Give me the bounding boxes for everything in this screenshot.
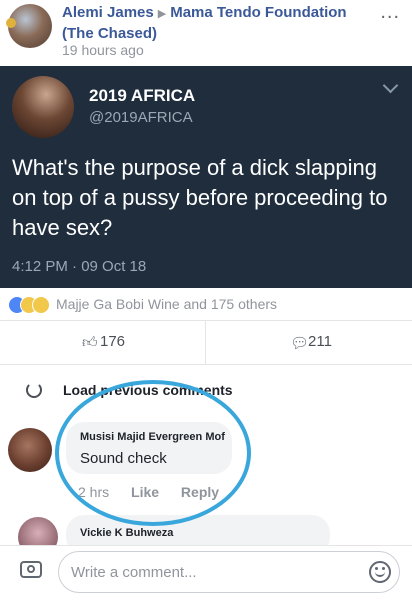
reactions-text: Majje Ga Bobi Wine and 175 others bbox=[56, 296, 278, 312]
comment-count: 211 bbox=[308, 333, 332, 350]
like-count: 176 bbox=[100, 333, 126, 350]
refresh-icon bbox=[26, 382, 42, 398]
reactions-summary[interactable]: Majje Ga Bobi Wine and 175 others bbox=[0, 288, 412, 321]
tweet-text: What's the purpose of a dick slapping on… bbox=[12, 155, 388, 240]
comment-input[interactable]: Write a comment... bbox=[58, 551, 400, 593]
commenter-avatar[interactable] bbox=[8, 428, 52, 472]
tweet-screenshot: 2019 AFRICA @2019AFRICA What's the purpo… bbox=[0, 66, 412, 288]
author-name[interactable]: Alemi James bbox=[62, 4, 154, 21]
emoji-icon[interactable] bbox=[369, 561, 391, 583]
speech-bubble-icon: 💬︎ bbox=[290, 335, 310, 352]
arrow-right-icon: ▶ bbox=[157, 8, 167, 20]
tweet-author-name: 2019 AFRICA bbox=[89, 86, 196, 105]
actions-bar: 👍︎ 176 💬︎ 211 bbox=[0, 320, 412, 365]
camera-icon[interactable] bbox=[20, 561, 42, 578]
comment-button[interactable]: 💬︎ 211 bbox=[206, 320, 411, 364]
comment-bubble: Vickie K Buhweza bbox=[66, 515, 330, 545]
post-timestamp[interactable]: 19 hours ago bbox=[62, 42, 144, 58]
notification-dot bbox=[6, 18, 16, 28]
thumbs-up-icon: 👍︎ bbox=[82, 334, 98, 351]
comment-item: Vickie K Buhweza bbox=[0, 515, 412, 545]
post-header: Alemi James ▶ Mama Tendo Foundation (The C… bbox=[0, 0, 412, 66]
hand-drawn-circle-annotation bbox=[55, 380, 251, 526]
post-author-line: Alemi James ▶ Mama Tendo Foundation (The C… bbox=[62, 3, 374, 44]
more-options-icon[interactable]: ... bbox=[380, 1, 400, 24]
wow-icon bbox=[32, 296, 50, 314]
tweet-handle: @2019AFRICA bbox=[89, 109, 193, 126]
author-avatar[interactable] bbox=[6, 4, 52, 48]
tweet-time: 4:12 PM · 09 Oct 18 bbox=[12, 258, 147, 275]
comment-composer: Write a comment... bbox=[0, 545, 412, 601]
commenter-name[interactable]: Vickie K Buhweza bbox=[80, 527, 173, 539]
chevron-down-icon bbox=[382, 77, 399, 94]
commenter-avatar[interactable] bbox=[18, 517, 58, 545]
tweet-avatar bbox=[12, 76, 74, 138]
comment-placeholder: Write a comment... bbox=[71, 564, 197, 581]
like-button[interactable]: 👍︎ 176 bbox=[0, 320, 206, 364]
